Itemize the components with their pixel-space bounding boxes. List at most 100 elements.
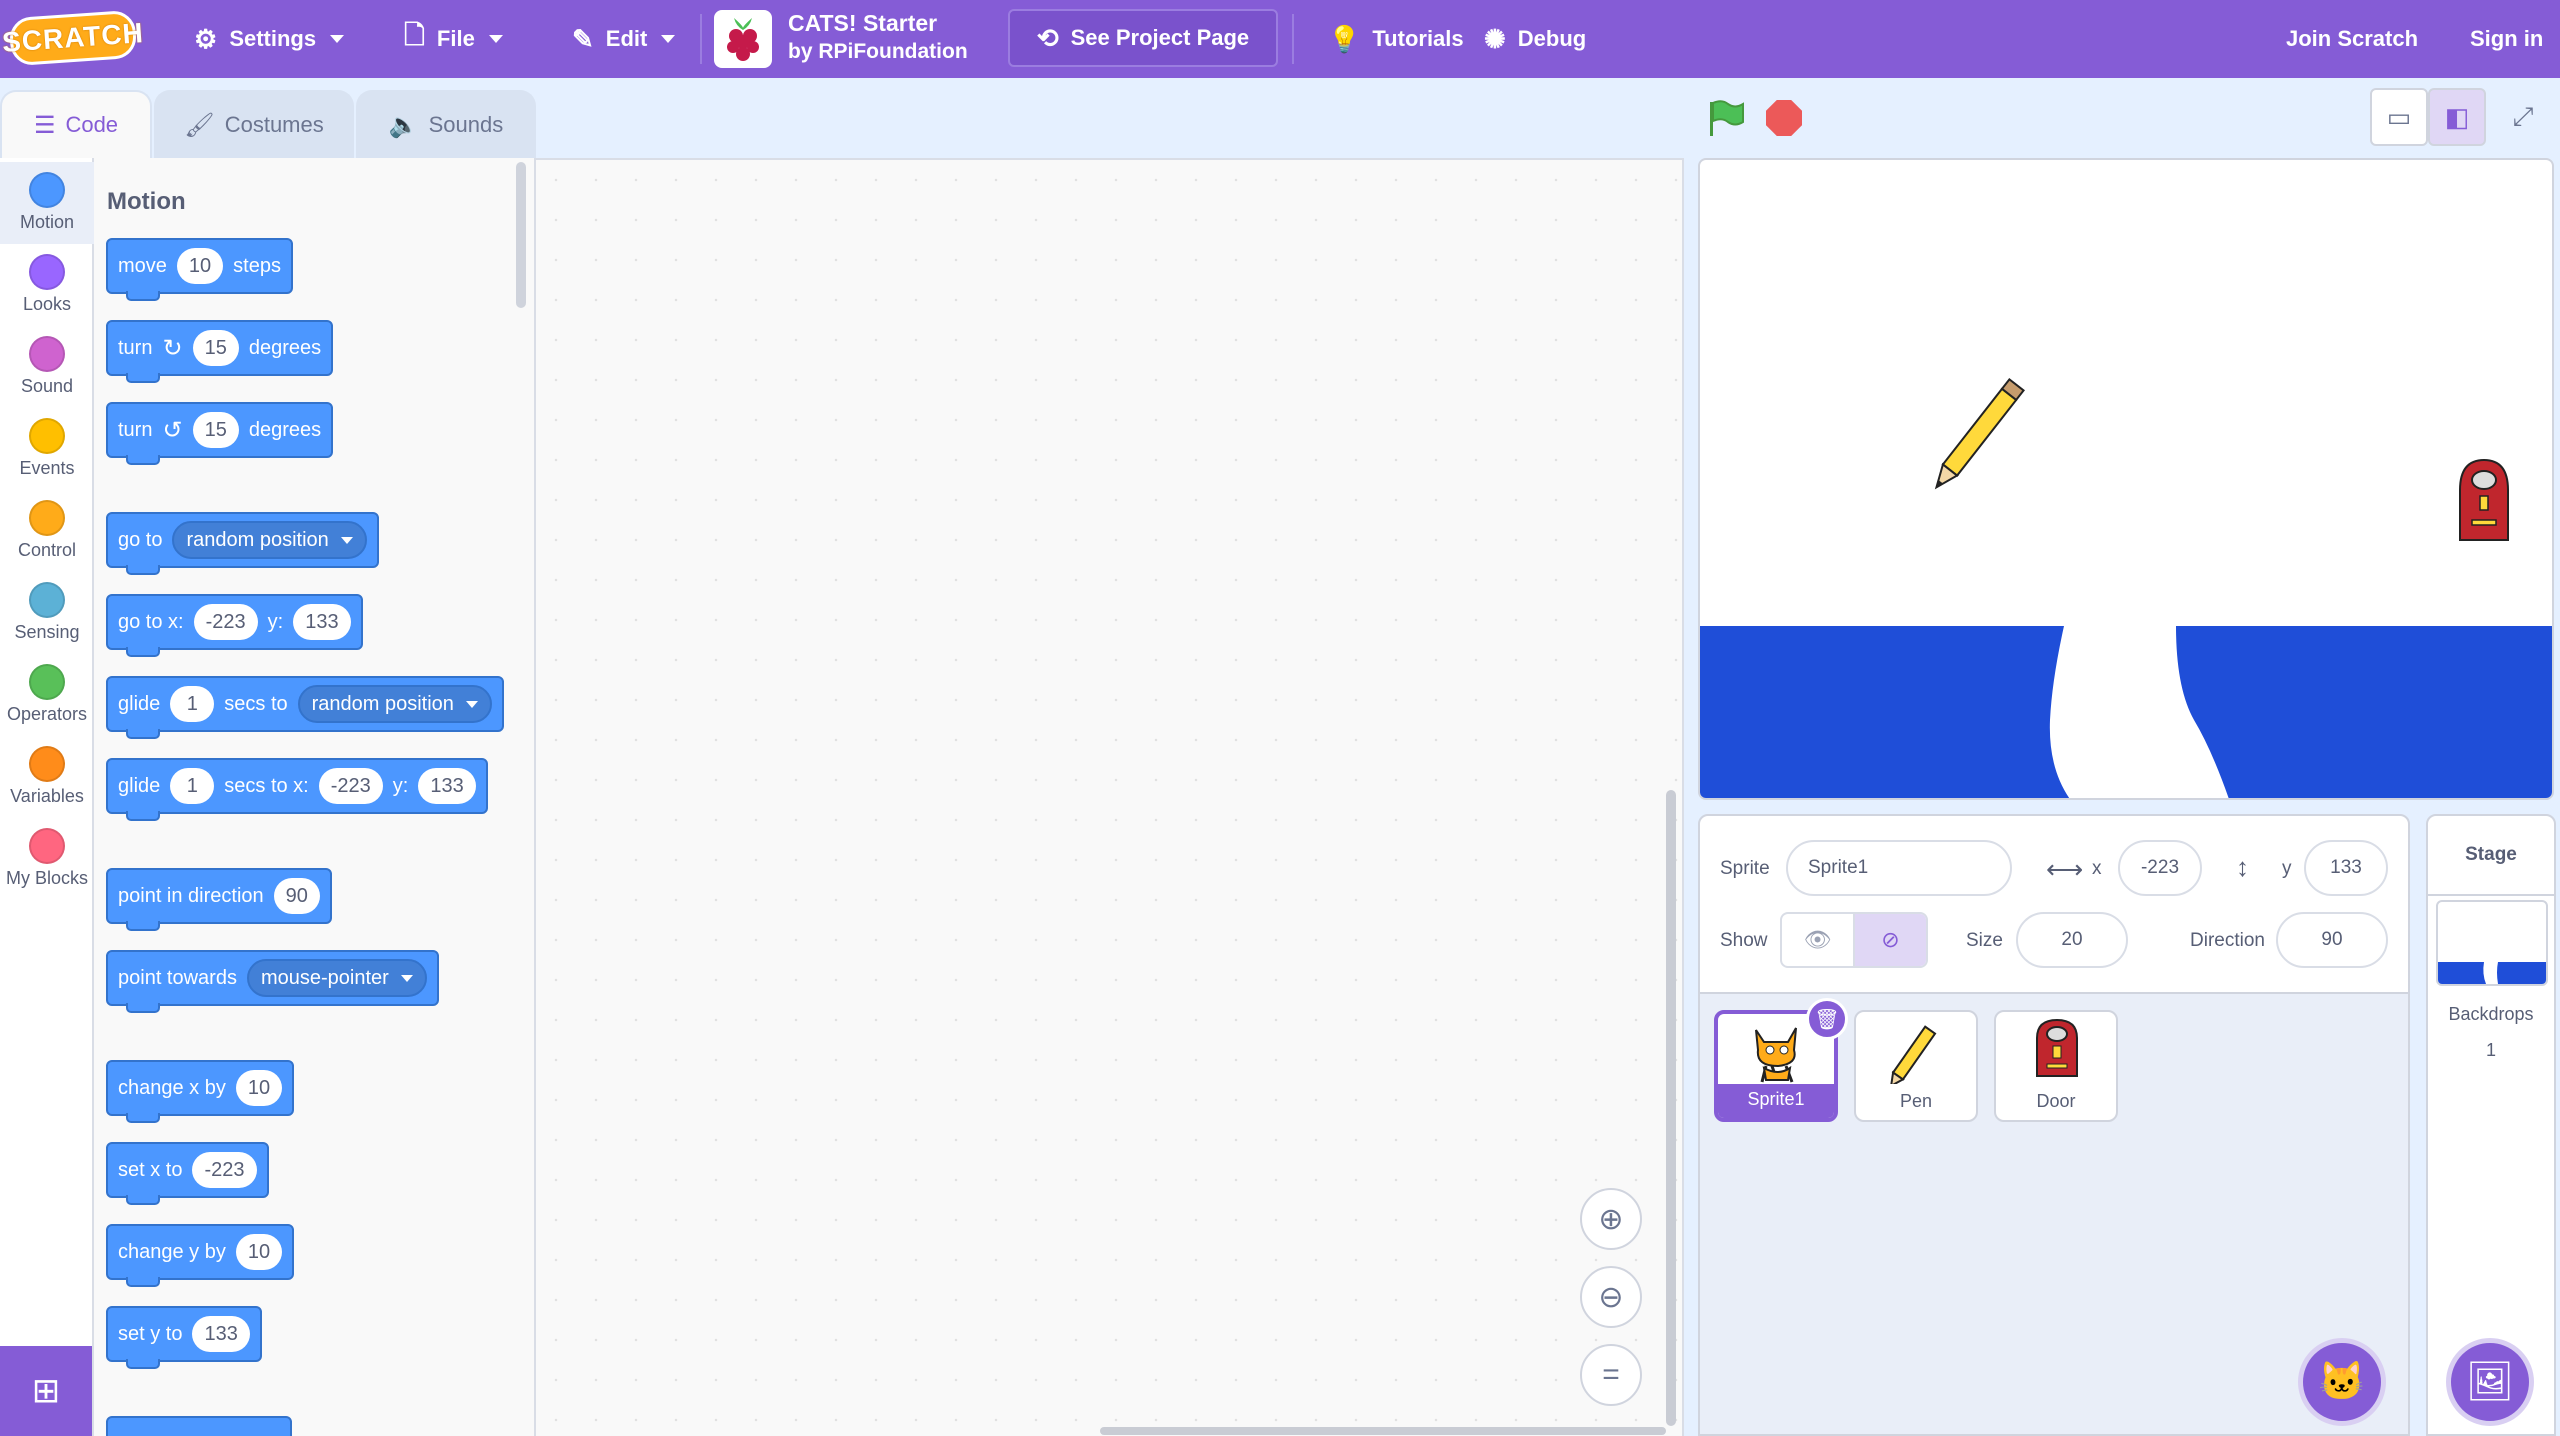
number-input[interactable]: -223 bbox=[192, 1152, 257, 1188]
choose-backdrop-button[interactable]: 🖼 bbox=[2446, 1338, 2534, 1426]
category-variables[interactable]: Variables bbox=[0, 736, 94, 818]
stage-scene bbox=[1700, 377, 2552, 798]
block-glide-to-xy[interactable]: glide 1 secs to x: -223 y: 133 bbox=[106, 758, 488, 821]
script-vertical-scrollbar[interactable] bbox=[1666, 790, 1676, 1426]
tutorials-menu[interactable]: 💡 Tutorials bbox=[1328, 0, 1464, 78]
block-text: steps bbox=[233, 254, 281, 277]
target-dropdown[interactable]: mouse-pointer bbox=[246, 959, 427, 997]
number-input[interactable]: 10 bbox=[235, 1234, 283, 1270]
join-scratch-link[interactable]: Join Scratch bbox=[2286, 0, 2418, 78]
flyout-scrollbar[interactable] bbox=[516, 162, 526, 308]
block-text: secs to x: bbox=[224, 774, 309, 797]
debug-menu[interactable]: ✺ Debug bbox=[1484, 0, 1586, 78]
x-input[interactable]: -223 bbox=[193, 604, 258, 640]
sprite-name-input[interactable]: Sprite1 bbox=[1786, 840, 2012, 896]
block-glide-to[interactable]: glide 1 secs to random position bbox=[106, 676, 504, 739]
category-label: Motion bbox=[19, 212, 75, 232]
block-go-to[interactable]: go to random position bbox=[106, 512, 379, 575]
block-change-x[interactable]: change x by 10 bbox=[106, 1060, 295, 1123]
block-set-x[interactable]: set x to -223 bbox=[106, 1142, 269, 1205]
category-label: Control bbox=[17, 540, 77, 560]
fullscreen-icon: ⤢ bbox=[2512, 101, 2534, 131]
block-move-steps[interactable]: move 10 steps bbox=[106, 238, 293, 301]
add-extension-button[interactable]: ⊞ bbox=[0, 1346, 92, 1436]
stop-icon[interactable] bbox=[1766, 100, 1802, 136]
direction-input[interactable]: 90 bbox=[273, 878, 320, 914]
block-change-y[interactable]: change y by 10 bbox=[106, 1224, 295, 1287]
block-set-y[interactable]: set y to 133 bbox=[106, 1306, 262, 1369]
zoom-in-button[interactable]: ⊕ bbox=[1580, 1188, 1642, 1250]
category-motion[interactable]: Motion bbox=[0, 162, 94, 244]
secs-input[interactable]: 1 bbox=[170, 686, 215, 722]
settings-menu[interactable]: ⚙ Settings bbox=[194, 0, 345, 78]
choose-sprite-button[interactable]: 🐱 bbox=[2298, 1338, 2386, 1426]
y-input[interactable]: 133 bbox=[418, 768, 476, 804]
see-project-page-button[interactable]: ⟲ See Project Page bbox=[1008, 9, 1278, 67]
menu-bar: SCRATCH ⚙ Settings 🗋 File ✎ Edit CATS! S… bbox=[0, 0, 2560, 78]
block-go-to-xy[interactable]: go to x: -223 y: 133 bbox=[106, 594, 363, 657]
direction-input[interactable]: 90 bbox=[2276, 912, 2388, 968]
block-text: degrees bbox=[248, 336, 322, 359]
number-input[interactable]: 10 bbox=[235, 1070, 283, 1106]
x-input[interactable]: -223 bbox=[318, 768, 383, 804]
script-area[interactable]: ⊕ ⊖ = bbox=[536, 158, 1684, 1436]
show-visible-button[interactable]: 👁 bbox=[1782, 914, 1853, 966]
block-partial[interactable] bbox=[106, 1416, 292, 1436]
sprite-label: Sprite bbox=[1720, 858, 1770, 879]
block-text: point in direction bbox=[118, 884, 264, 907]
size-input[interactable]: 20 bbox=[2016, 912, 2128, 968]
operators-color-dot bbox=[29, 664, 65, 700]
stage-canvas[interactable] bbox=[1698, 158, 2554, 800]
category-sensing[interactable]: Sensing bbox=[0, 572, 94, 654]
rotate-clockwise-icon: ↻ bbox=[162, 334, 183, 362]
target-dropdown[interactable]: random position bbox=[297, 685, 492, 723]
block-turn-left[interactable]: turn ↺ 15 degrees bbox=[106, 402, 334, 465]
category-sound[interactable]: Sound bbox=[0, 326, 94, 408]
fullscreen-button[interactable]: ⤢ bbox=[2494, 88, 2552, 146]
number-input[interactable]: 15 bbox=[192, 412, 239, 448]
zoom-reset-button[interactable]: = bbox=[1580, 1344, 1642, 1406]
file-icon: 🗋 bbox=[404, 20, 425, 50]
category-events[interactable]: Events bbox=[0, 408, 94, 490]
small-stage-button[interactable]: ▭ bbox=[2370, 88, 2428, 146]
category-looks[interactable]: Looks bbox=[0, 244, 94, 326]
project-title[interactable]: CATS! Starter bbox=[788, 10, 937, 37]
green-flag-icon[interactable] bbox=[1706, 98, 1746, 138]
sprite-tile-door[interactable]: Door bbox=[1994, 1010, 2118, 1122]
number-input[interactable]: 10 bbox=[176, 248, 224, 284]
block-point-towards[interactable]: point towards mouse-pointer bbox=[106, 950, 439, 1013]
secs-input[interactable]: 1 bbox=[170, 768, 215, 804]
stage-thumbnail bbox=[2436, 900, 2548, 986]
tab-sounds[interactable]: 🔈 Sounds bbox=[356, 90, 536, 158]
code-blocks-icon: ☰ bbox=[33, 111, 56, 139]
sign-in-link[interactable]: Sign in bbox=[2470, 0, 2543, 78]
show-hidden-button[interactable]: ⊘ bbox=[1853, 914, 1926, 966]
equals-icon: = bbox=[1602, 1358, 1620, 1391]
zoom-out-icon: ⊖ bbox=[1598, 1280, 1624, 1314]
y-position-input[interactable]: 133 bbox=[2304, 840, 2388, 896]
delete-sprite-button[interactable]: 🗑 bbox=[1806, 998, 1848, 1040]
scratch-logo[interactable]: SCRATCH bbox=[1, 9, 145, 67]
script-horizontal-scrollbar[interactable] bbox=[1100, 1427, 1666, 1435]
block-turn-right[interactable]: turn ↻ 15 degrees bbox=[106, 320, 334, 383]
tab-costumes[interactable]: 🖌 Costumes bbox=[154, 90, 354, 158]
edit-menu[interactable]: ✎ Edit bbox=[572, 0, 676, 78]
file-menu[interactable]: 🗋 File bbox=[404, 0, 503, 78]
pen-sprite bbox=[1934, 377, 2025, 490]
target-dropdown[interactable]: random position bbox=[172, 521, 367, 559]
category-operators[interactable]: Operators bbox=[0, 654, 94, 736]
sprite-tile-pen[interactable]: Pen bbox=[1854, 1010, 1978, 1122]
category-control[interactable]: Control bbox=[0, 490, 94, 572]
y-input[interactable]: 133 bbox=[293, 604, 351, 640]
block-point-in-direction[interactable]: point in direction 90 bbox=[106, 868, 332, 931]
large-stage-button[interactable]: ◧ bbox=[2428, 88, 2486, 146]
bug-gear-icon: ✺ bbox=[1484, 23, 1506, 54]
number-input[interactable]: 133 bbox=[192, 1316, 250, 1352]
category-my-blocks[interactable]: My Blocks bbox=[0, 818, 94, 900]
tab-code[interactable]: ☰ Code bbox=[0, 90, 152, 158]
number-input[interactable]: 15 bbox=[192, 330, 239, 366]
x-position-input[interactable]: -223 bbox=[2118, 840, 2202, 896]
project-author[interactable]: by RPiFoundation bbox=[788, 40, 968, 64]
category-label: Events bbox=[19, 458, 75, 478]
zoom-out-button[interactable]: ⊖ bbox=[1580, 1266, 1642, 1328]
